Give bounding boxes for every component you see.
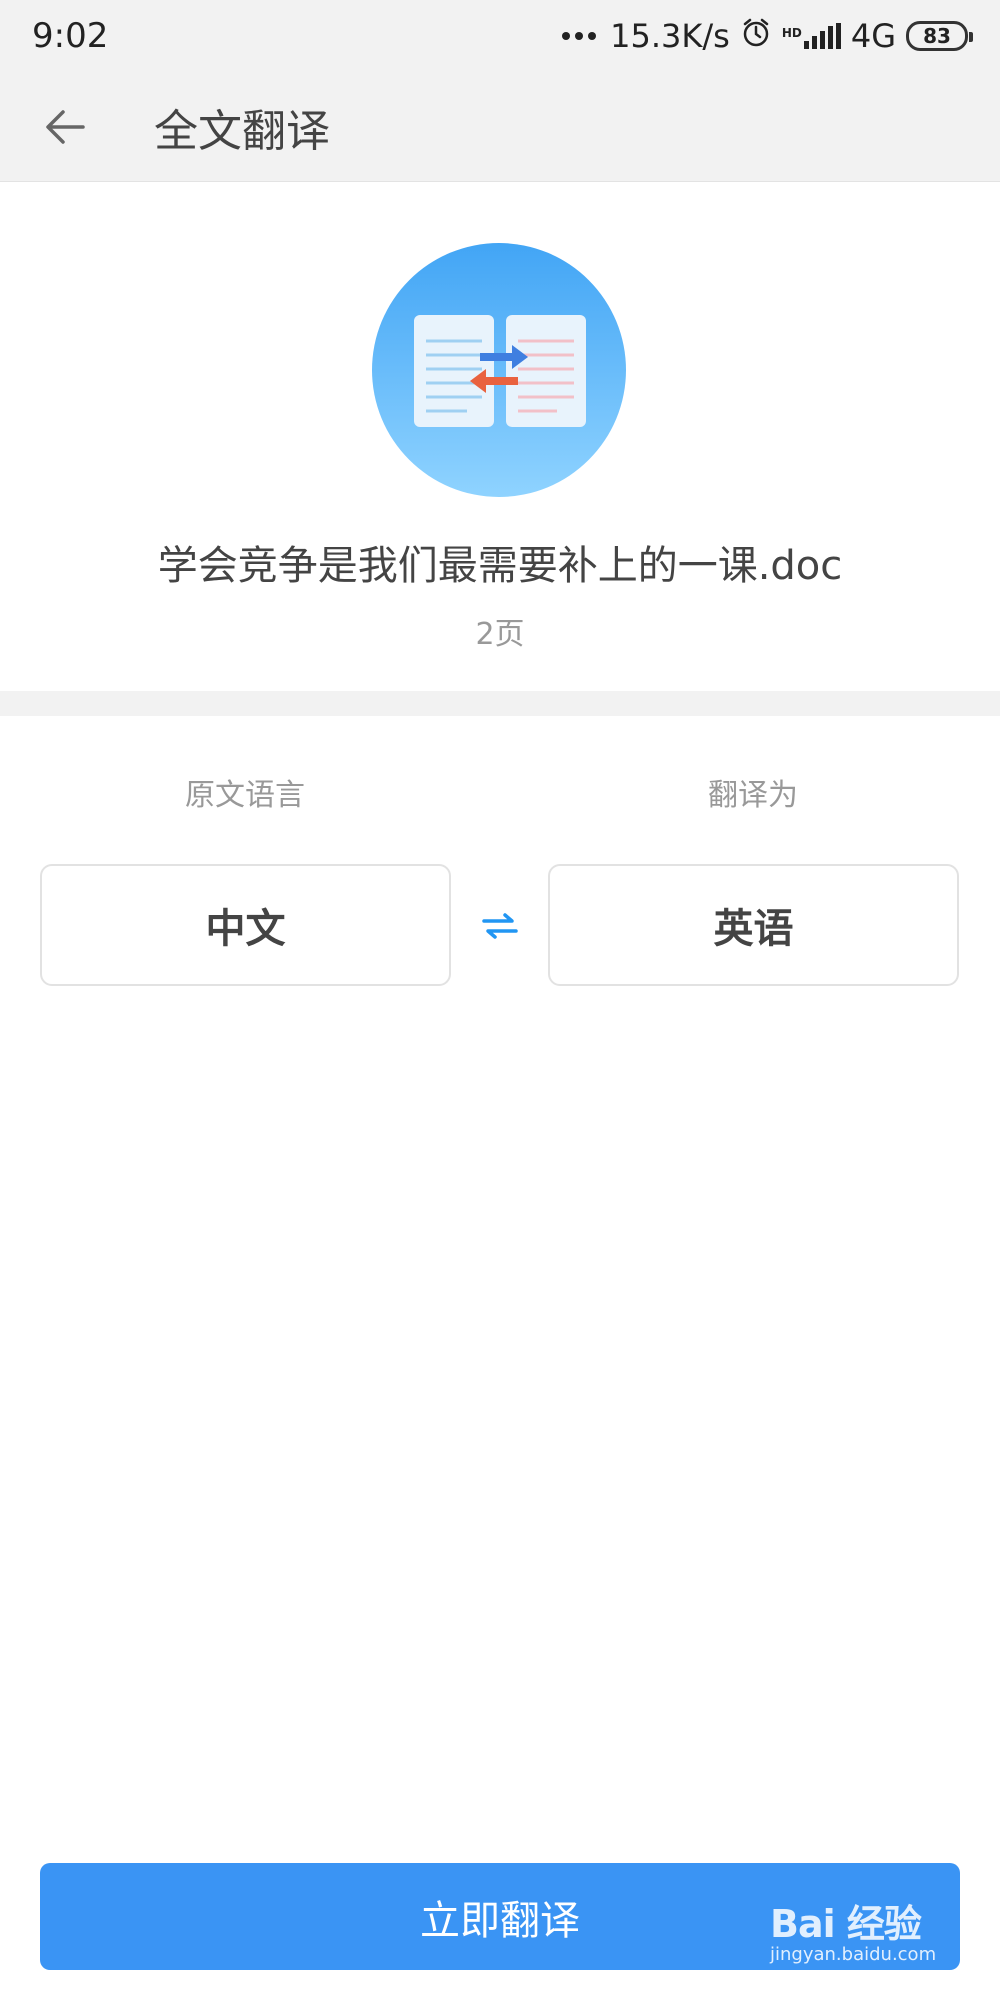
source-language-select[interactable]: 中文 [40, 864, 451, 986]
watermark-main: Bai 经验 [770, 1902, 922, 1946]
target-language-label: 翻译为 [708, 778, 798, 813]
status-time: 9:02 [32, 16, 109, 56]
target-language-value: 英语 [713, 906, 794, 952]
back-button[interactable] [0, 72, 130, 182]
section-divider [0, 691, 1000, 716]
status-indicators: 15.3K/s HD 4G 83 [562, 16, 973, 56]
battery-level: 83 [923, 24, 951, 48]
target-language-select[interactable]: 英语 [548, 864, 959, 986]
translate-page: 9:02 15.3K/s HD 4G 83 全文翻译 学会竞争是我们最需要补上的… [0, 0, 1000, 2000]
source-language-label: 原文语言 [185, 778, 305, 813]
file-page-count: 2页 [475, 617, 525, 652]
status-bar: 9:02 15.3K/s HD 4G 83 [0, 0, 1000, 72]
header: 全文翻译 [0, 72, 1000, 182]
more-dots-icon [562, 32, 597, 40]
swap-languages-button[interactable] [470, 896, 530, 956]
file-name: 学会竞争是我们最需要补上的一课.doc [157, 543, 843, 589]
file-info: 学会竞争是我们最需要补上的一课.doc 2页 [0, 183, 1000, 691]
alarm-icon [740, 16, 772, 56]
signal-icon [803, 23, 841, 49]
back-arrow-icon [46, 109, 85, 144]
net-speed: 15.3K/s [610, 17, 730, 55]
document-translate-icon [372, 243, 626, 497]
hd-label: HD [781, 26, 802, 40]
watermark-sub: jingyan.baidu.com [770, 1944, 937, 1965]
network-type: 4G [850, 17, 896, 55]
baidu-jingyan-watermark: Bai 经验 jingyan.baidu.com [770, 1893, 980, 1973]
battery-icon: 83 [906, 21, 973, 51]
swap-icon [482, 913, 518, 939]
source-language-value: 中文 [205, 906, 286, 952]
page-title: 全文翻译 [154, 105, 330, 157]
